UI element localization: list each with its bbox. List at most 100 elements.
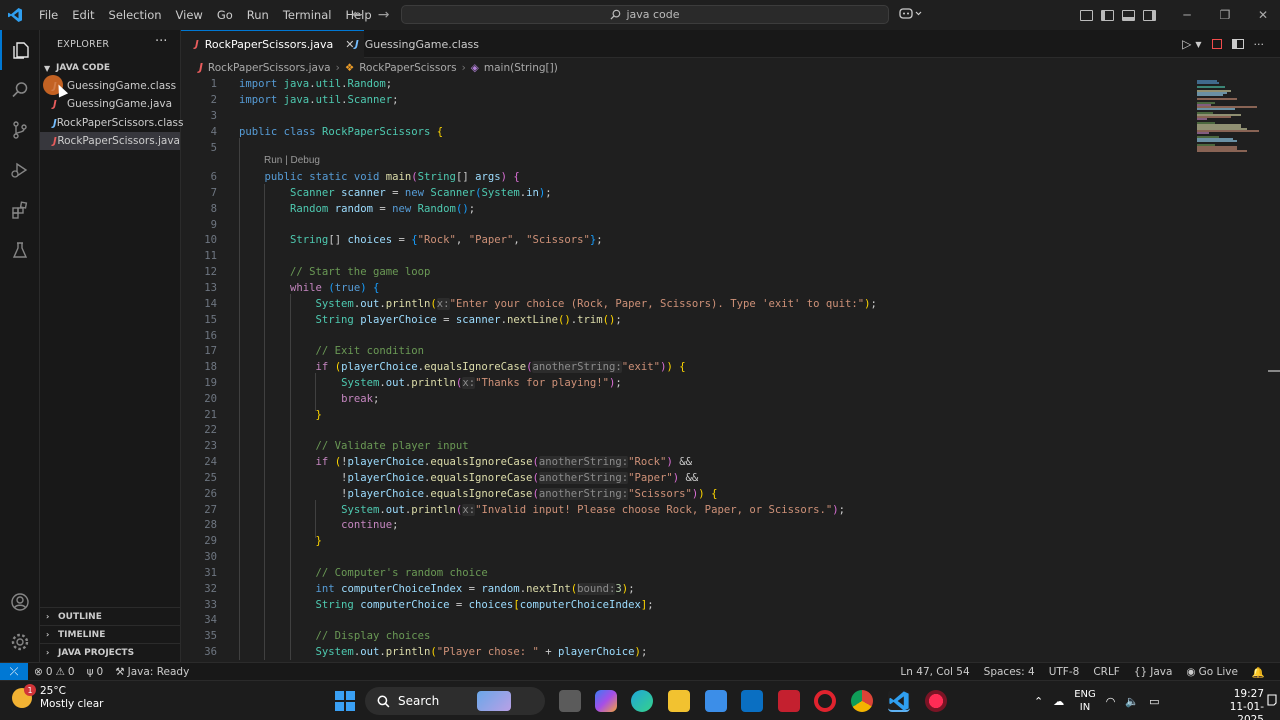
screen-recorder-icon[interactable]: [925, 690, 947, 712]
cloud-icon[interactable]: ☁: [1053, 695, 1064, 708]
breadcrumb-class[interactable]: RockPaperScissors: [359, 62, 456, 74]
vscode-taskbar-icon[interactable]: [888, 690, 910, 712]
ports-count: 0: [96, 665, 104, 678]
restore-icon[interactable]: ❐: [1206, 8, 1244, 22]
code-line-6: public static void main(String[] args) {: [264, 171, 520, 183]
line-number: 22: [204, 424, 217, 436]
task-view-icon[interactable]: [559, 690, 581, 712]
minimap[interactable]: [1191, 76, 1280, 660]
more-editor-actions-icon[interactable]: ···: [1254, 38, 1265, 51]
ports-indicator[interactable]: ψ 0: [81, 666, 110, 678]
menu-terminal[interactable]: Terminal: [276, 0, 339, 30]
class-symbol-icon: ❖: [344, 61, 355, 74]
line-number: 23: [204, 440, 217, 452]
close-window-icon[interactable]: ✕: [1244, 8, 1280, 22]
weather-sun-icon: 1: [12, 684, 36, 708]
section-outline[interactable]: › OUTLINE: [40, 607, 180, 625]
forward-arrow-icon[interactable]: →: [378, 7, 390, 23]
line-number: 15: [204, 314, 217, 326]
java-status[interactable]: ⚒ Java: Ready: [109, 666, 195, 678]
toggle-secondary-sidebar-icon[interactable]: [1143, 9, 1156, 21]
file-explorer-icon[interactable]: [668, 690, 690, 712]
extensions-icon[interactable]: [0, 190, 40, 230]
braces-icon: {}: [1133, 666, 1148, 678]
split-editor-icon[interactable]: [1231, 39, 1244, 49]
code-line-21: }: [315, 409, 322, 421]
testing-icon[interactable]: [0, 230, 40, 270]
more-actions-icon[interactable]: ···: [155, 34, 167, 49]
indentation[interactable]: Spaces: 4: [977, 666, 1042, 678]
cursor-position[interactable]: Ln 47, Col 54: [893, 666, 976, 678]
file-item-rockpaperscissors-class[interactable]: J RockPaperScissors.class: [40, 114, 183, 132]
minimize-icon[interactable]: ─: [1168, 8, 1206, 22]
system-tray: ⌃ ☁ ENG IN ◠ 🔈 ▭: [1034, 681, 1160, 720]
clock[interactable]: 19:27 11-01-2025: [1214, 688, 1264, 720]
source-control-icon[interactable]: [0, 110, 40, 150]
folder-java-code[interactable]: ▼ JAVA CODE: [44, 60, 110, 76]
stop-icon[interactable]: [1211, 39, 1222, 49]
menu-file[interactable]: File: [32, 0, 65, 30]
notifications-bell-icon[interactable]: 🔔: [1245, 666, 1272, 679]
weather-widget[interactable]: 1 25°C Mostly clear: [12, 684, 103, 711]
opera-browser-icon[interactable]: [814, 690, 836, 712]
tab-rockpaperscissors-java[interactable]: J RockPaperScissors.java ✕: [181, 30, 365, 58]
end-of-line[interactable]: CRLF: [1086, 666, 1127, 678]
chevron-up-icon[interactable]: ⌃: [1034, 695, 1043, 708]
accounts-icon[interactable]: [0, 582, 40, 622]
line-number: 6: [210, 171, 217, 183]
edge-browser-icon[interactable]: [631, 690, 653, 712]
encoding[interactable]: UTF-8: [1042, 666, 1087, 678]
run-dropdown-chevron-icon[interactable]: ▼: [1195, 40, 1201, 49]
scrollbar-thumb[interactable]: [1268, 370, 1280, 372]
dell-app-icon[interactable]: [741, 690, 763, 712]
search-icon[interactable]: [0, 70, 40, 110]
problems-indicator[interactable]: ⊗ 0 ⚠ 0: [28, 666, 81, 678]
microsoft-store-icon[interactable]: [705, 690, 727, 712]
go-live[interactable]: ◉ Go Live: [1179, 666, 1245, 678]
command-center-search[interactable]: java code: [401, 5, 889, 24]
run-icon[interactable]: ▷: [1182, 37, 1191, 51]
breadcrumb-method[interactable]: main(String[]): [484, 62, 558, 74]
volume-icon[interactable]: 🔈: [1125, 695, 1139, 708]
customize-layout-icon[interactable]: [1080, 9, 1093, 21]
language-indicator[interactable]: ENG IN: [1074, 688, 1096, 714]
menu-go[interactable]: Go: [210, 0, 240, 30]
codelens-run-debug[interactable]: Run | Debug: [264, 155, 320, 166]
code-editor[interactable]: 1 2 3 4 5 6 7 8 9 10 11 12 13 14 15 16 17 18 19 20 21 22 23 24 2…: [181, 76, 1191, 660]
copilot-app-icon[interactable]: [595, 690, 617, 712]
menu-selection[interactable]: Selection: [102, 0, 169, 30]
java-class-file-icon: J: [355, 38, 359, 50]
menu-run[interactable]: Run: [240, 0, 276, 30]
run-debug-icon[interactable]: [0, 150, 40, 190]
command-center-label: java code: [626, 8, 680, 21]
code-line-13: while (true) {: [290, 282, 380, 294]
minimap-line: [1197, 108, 1235, 110]
notification-center-icon[interactable]: [1266, 694, 1278, 709]
taskbar-search[interactable]: Search: [365, 687, 545, 715]
code-line-31: // Computer's random choice: [315, 567, 488, 579]
section-java-projects[interactable]: › JAVA PROJECTS: [40, 643, 180, 661]
back-arrow-icon[interactable]: ←: [352, 7, 364, 23]
mcafee-icon[interactable]: [778, 690, 800, 712]
menu-view[interactable]: View: [169, 0, 210, 30]
chrome-browser-icon[interactable]: [851, 690, 873, 712]
copilot-icon[interactable]: [899, 6, 923, 23]
file-item-guessinggame-java[interactable]: J GuessingGame.java: [40, 95, 180, 113]
toggle-primary-sidebar-icon[interactable]: [1101, 9, 1114, 21]
line-number: 9: [210, 219, 217, 231]
wifi-icon[interactable]: ◠: [1106, 695, 1116, 708]
windows-start-icon[interactable]: [335, 691, 355, 711]
error-count: 0: [45, 665, 53, 678]
breadcrumb-file[interactable]: RockPaperScissors.java: [208, 62, 331, 74]
temperature: 25°C: [40, 685, 66, 697]
settings-gear-icon[interactable]: [0, 622, 40, 662]
toggle-panel-icon[interactable]: [1122, 9, 1135, 21]
remote-window-icon[interactable]: ⤫: [0, 662, 28, 681]
file-item-rockpaperscissors-java[interactable]: J RockPaperScissors.java: [40, 132, 180, 150]
tab-guessinggame-class[interactable]: J GuessingGame.class: [341, 30, 489, 58]
explorer-icon[interactable]: [0, 30, 40, 70]
section-timeline[interactable]: › TIMELINE: [40, 625, 180, 643]
battery-icon[interactable]: ▭: [1149, 695, 1159, 708]
menu-edit[interactable]: Edit: [65, 0, 101, 30]
language-mode[interactable]: {} Java: [1127, 666, 1180, 678]
